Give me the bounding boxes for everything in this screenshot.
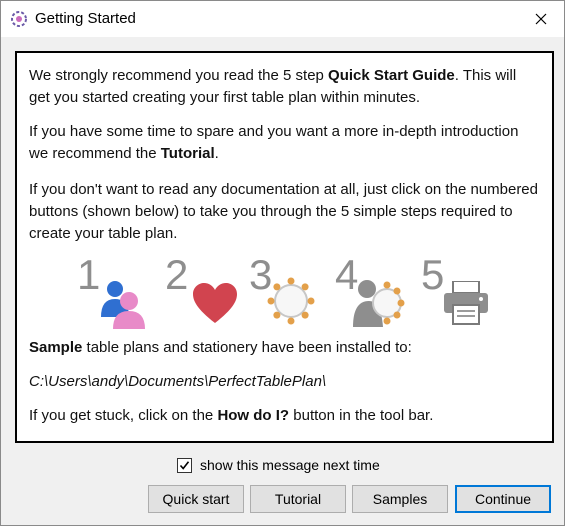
steps-paragraph: If you don't want to read any documentat…	[29, 181, 538, 242]
step-icons: 1 2 3 4 5	[77, 253, 507, 333]
tutorial-text: Tutorial	[160, 145, 215, 162]
help-paragraph: If you get stuck, click on the How do I?…	[29, 407, 434, 424]
seated-person-icon	[353, 280, 405, 327]
sample-paragraph: Sample table plans and stationery have b…	[29, 339, 412, 356]
app-icon	[11, 11, 27, 27]
step-5-number: 5	[421, 251, 445, 298]
show-message-checkbox[interactable]	[177, 457, 192, 473]
intro-paragraph: We strongly recommend you read the 5 ste…	[29, 67, 517, 106]
heart-icon	[193, 283, 237, 323]
continue-button[interactable]: Continue	[455, 485, 551, 513]
table-icon	[267, 277, 315, 325]
install-path: C:\Users\andy\Documents\PerfectTablePlan…	[29, 373, 327, 390]
show-message-label: show this message next time	[200, 457, 380, 473]
quick-start-button[interactable]: Quick start	[148, 485, 244, 513]
close-button[interactable]	[518, 1, 564, 37]
title-bar: Getting Started	[1, 1, 564, 37]
message-panel: We strongly recommend you read the 5 ste…	[15, 51, 554, 443]
step-2: 2	[165, 253, 245, 333]
step-5: 5	[421, 253, 501, 333]
quick-start-guide-text: Quick Start Guide	[328, 67, 455, 84]
samples-button[interactable]: Samples	[352, 485, 448, 513]
printer-icon	[444, 281, 488, 325]
window-title: Getting Started	[35, 10, 136, 27]
checkmark-icon	[179, 460, 190, 470]
close-icon	[535, 13, 547, 25]
step-1-number: 1	[77, 251, 101, 298]
tutorial-paragraph: If you have some time to spare and you w…	[29, 123, 519, 162]
step-3: 3	[249, 253, 329, 333]
tutorial-button[interactable]: Tutorial	[250, 485, 346, 513]
step-2-number: 2	[165, 251, 189, 298]
sample-text: Sample	[29, 339, 83, 356]
show-message-option[interactable]: show this message next time	[177, 455, 380, 475]
step-1: 1	[77, 253, 157, 333]
step-4: 4	[335, 253, 415, 333]
getting-started-dialog: Getting Started We strongly recommend yo…	[0, 0, 565, 526]
how-do-i-text: How do I?	[217, 407, 290, 424]
people-icon	[101, 281, 145, 329]
